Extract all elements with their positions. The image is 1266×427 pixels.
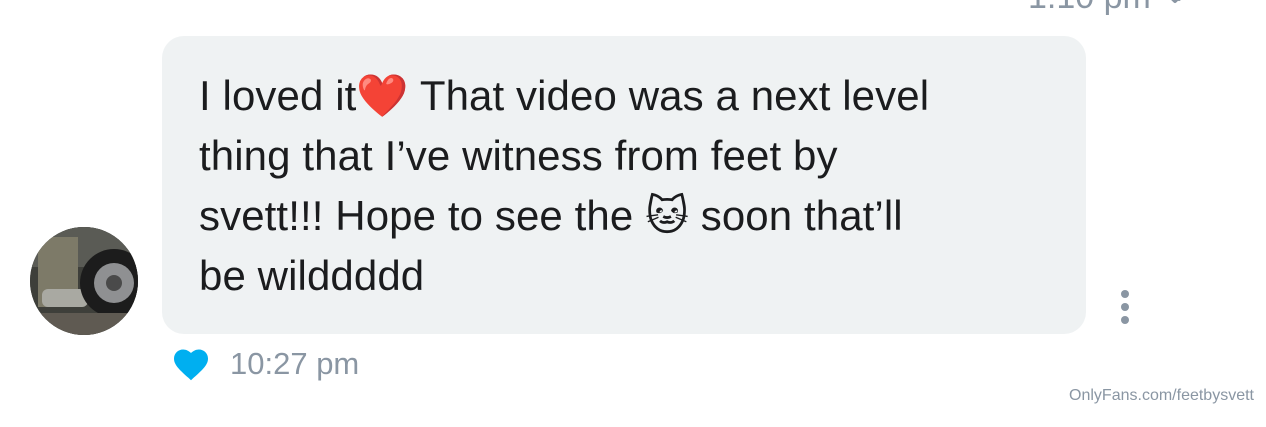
message-text: I loved it❤️ That video was a next level… [199,72,930,299]
double-check-icon [1171,0,1181,3]
avatar[interactable] [30,227,138,335]
avatar-image [30,227,138,335]
message-bubble[interactable]: I loved it❤️ That video was a next level… [162,36,1086,334]
message-meta: 10:27 pm [172,346,359,382]
heart-icon[interactable] [172,347,210,381]
message-time: 10:27 pm [230,346,360,381]
previous-message-meta: 1:10 pm [1028,0,1207,17]
watermark: OnlyFans.com/feetbysvett [1069,387,1254,404]
more-vertical-icon[interactable] [1115,288,1135,326]
previous-message-time: 1:10 pm [1028,0,1151,17]
